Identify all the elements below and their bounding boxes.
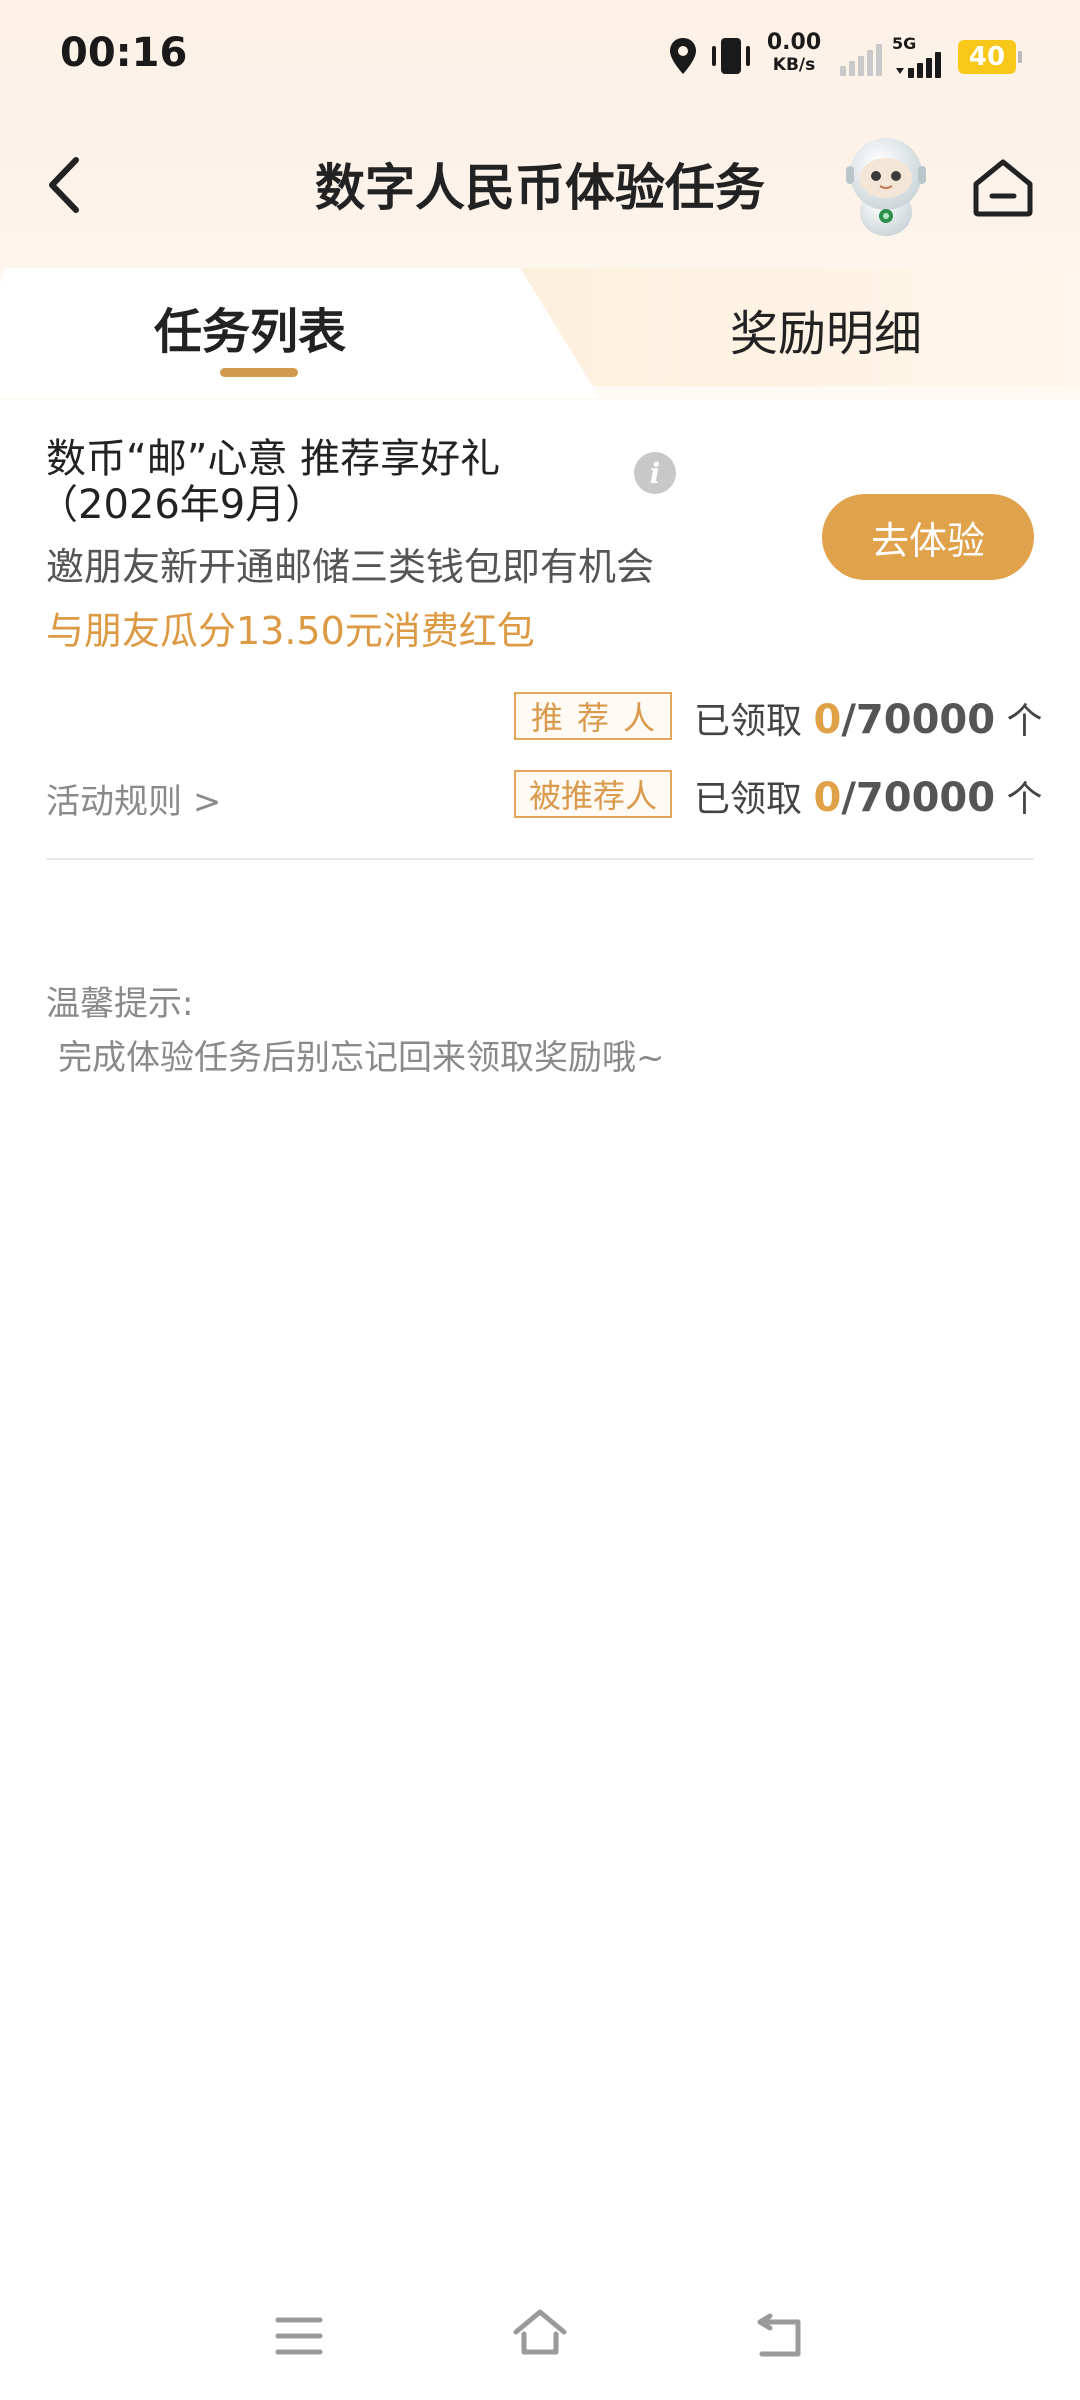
claim-separator: / xyxy=(841,697,856,743)
activity-rules-label: 活动规则 xyxy=(46,782,182,822)
claim-total: 70000 xyxy=(855,775,996,821)
activity-rules-link[interactable]: 活动规则 > xyxy=(46,774,221,823)
location-icon xyxy=(670,38,696,74)
network-speed-value: 0.00 xyxy=(766,30,822,55)
task-reward-text: 与朋友瓜分13.50元消费红包 xyxy=(46,609,535,653)
referee-badge: 被推荐人 xyxy=(514,770,672,818)
divider xyxy=(46,858,1034,860)
tips-text: 完成体验任务后别忘记回来领取奖励哦~ xyxy=(58,1038,665,1078)
menu-icon[interactable] xyxy=(274,2314,324,2358)
info-icon[interactable]: i xyxy=(634,452,676,494)
page: 00:16 0.00 KB/s 5G 40 数字人民币体验任务 任务列表 奖励明… xyxy=(0,0,1080,2400)
claimed-label: 已领取 xyxy=(694,779,803,820)
status-bar: 00:16 0.00 KB/s 5G 40 xyxy=(0,0,1080,116)
go-experience-button[interactable]: 去体验 xyxy=(822,494,1034,580)
task-period: （2026年9月） xyxy=(38,482,326,528)
claim-separator: / xyxy=(841,775,856,821)
signal-sim2-icon xyxy=(896,52,941,78)
claim-unit: 个 xyxy=(1006,701,1043,742)
tips-title: 温馨提示: xyxy=(46,984,194,1024)
claimed-count: 0 xyxy=(813,775,842,821)
home-icon[interactable] xyxy=(970,156,1036,218)
page-title: 数字人民币体验任务 xyxy=(315,159,765,217)
claim-unit: 个 xyxy=(1006,779,1043,820)
system-back-icon[interactable] xyxy=(754,2312,806,2360)
claimed-count: 0 xyxy=(813,697,842,743)
signal-sim1-icon xyxy=(840,44,882,76)
tab-task-list[interactable]: 任务列表 xyxy=(154,292,346,362)
system-home-icon[interactable] xyxy=(510,2306,570,2360)
robot-mascot-icon[interactable] xyxy=(838,132,934,240)
battery-indicator: 40 xyxy=(958,40,1022,74)
claim-total: 70000 xyxy=(855,697,996,743)
network-speed: 0.00 KB/s xyxy=(764,32,824,74)
referee-claim-status: 已领取 0/70000 个 xyxy=(694,770,1043,822)
vibrate-icon xyxy=(712,38,750,74)
referrer-badge: 推荐人 xyxy=(514,692,672,740)
chevron-right-icon: > xyxy=(192,782,222,822)
network-speed-unit: KB/s xyxy=(772,55,816,75)
task-description: 邀朋友新开通邮储三类钱包即有机会 xyxy=(46,545,655,589)
claimed-label: 已领取 xyxy=(694,701,803,742)
referrer-claim-status: 已领取 0/70000 个 xyxy=(694,692,1043,744)
status-time: 00:16 xyxy=(60,30,188,76)
back-arrow-icon[interactable] xyxy=(40,150,90,220)
active-tab-indicator xyxy=(220,368,298,377)
tab-reward-details[interactable]: 奖励明细 xyxy=(730,294,922,364)
